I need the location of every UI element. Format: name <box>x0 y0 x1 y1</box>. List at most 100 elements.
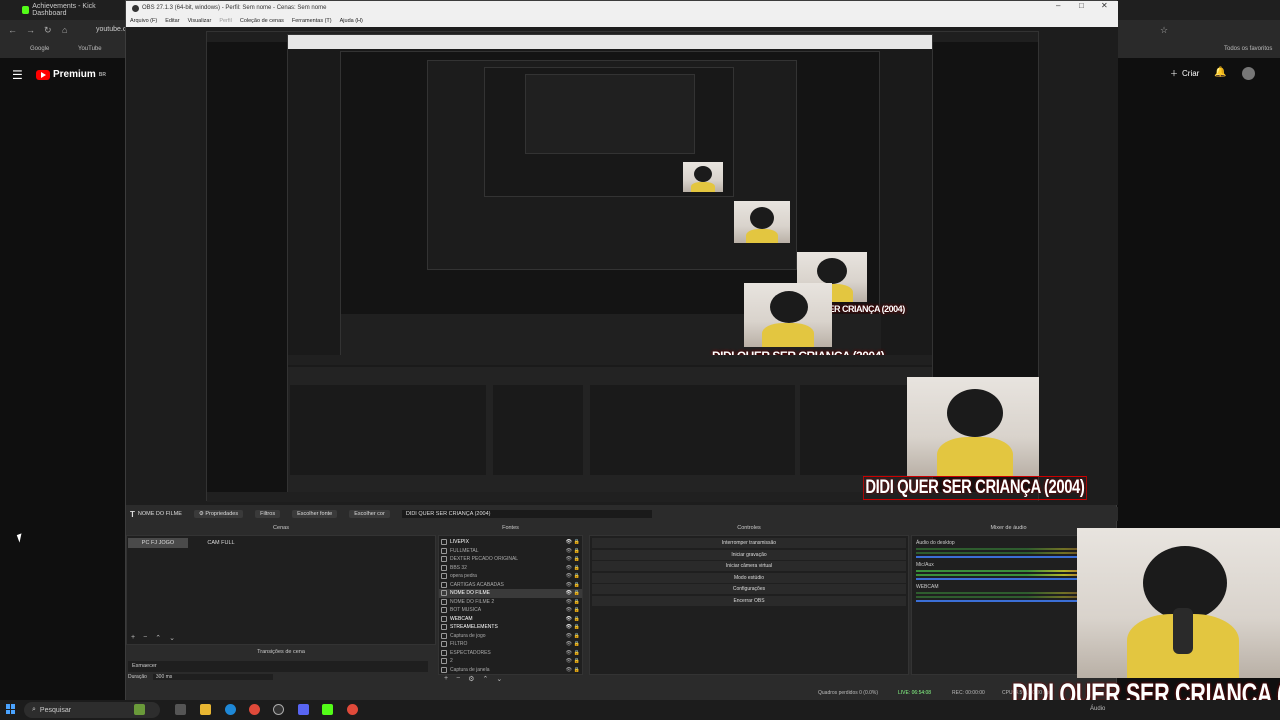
visibility-eye-icon[interactable]: 👁 <box>566 658 572 664</box>
remove-source-icon[interactable]: − <box>456 675 460 683</box>
scene-item-cam-full[interactable]: CAM FULL <box>191 538 251 548</box>
chrome-icon[interactable] <box>249 704 260 715</box>
source-item[interactable]: LIVEPIX 👁 🔒 <box>439 538 582 547</box>
menu-ferramentas[interactable]: Ferramentas (T) <box>292 18 332 24</box>
control-button[interactable]: Configurações <box>592 584 906 594</box>
source-item[interactable]: FILTRO 👁 🔒 <box>439 640 582 649</box>
chrome-icon-2[interactable] <box>347 704 358 715</box>
choose-font-button[interactable]: Escolher fonte <box>292 510 338 518</box>
lock-icon[interactable]: 🔒 <box>574 565 580 571</box>
source-down-icon[interactable]: ⌄ <box>496 675 502 683</box>
volume-slider[interactable] <box>916 556 1101 558</box>
lock-icon[interactable]: 🔒 <box>574 548 580 554</box>
maximize-icon[interactable]: □ <box>1079 1 1084 10</box>
visibility-eye-icon[interactable]: 👁 <box>566 573 572 579</box>
visibility-eye-icon[interactable]: 👁 <box>566 582 572 588</box>
discord-icon[interactable] <box>298 704 309 715</box>
visibility-eye-icon[interactable]: 👁 <box>566 624 572 630</box>
source-item[interactable]: Captura de jogo 👁 🔒 <box>439 632 582 641</box>
add-scene-icon[interactable]: + <box>131 634 135 642</box>
menu-editar[interactable]: Editar <box>165 18 179 24</box>
minimize-icon[interactable]: – <box>1056 1 1060 10</box>
notifications-bell-icon[interactable]: 🔔 <box>1214 67 1226 78</box>
source-item[interactable]: opera pedra 👁 🔒 <box>439 572 582 581</box>
visibility-eye-icon[interactable]: 👁 <box>566 633 572 639</box>
menu-perfil[interactable]: Perfil <box>219 18 232 24</box>
obs-taskbar-icon[interactable] <box>273 704 284 715</box>
lock-icon[interactable]: 🔒 <box>574 667 580 673</box>
control-button[interactable]: Iniciar câmera virtual <box>592 561 906 571</box>
control-button[interactable]: Iniciar gravação <box>592 549 906 560</box>
browser-tab[interactable]: Achievements - Kick Dashboard <box>22 2 122 18</box>
task-view-icon[interactable] <box>175 704 186 715</box>
move-up-icon[interactable]: ⌃ <box>155 634 161 642</box>
edge-icon[interactable] <box>225 704 236 715</box>
lock-icon[interactable]: 🔒 <box>574 590 580 596</box>
source-item[interactable]: 2 👁 🔒 <box>439 657 582 666</box>
source-item[interactable]: Captura de janela 👁 🔒 <box>439 666 582 675</box>
forward-icon[interactable]: → <box>26 25 35 35</box>
source-item[interactable]: WEBCAM 👁 🔒 <box>439 615 582 624</box>
lock-icon[interactable]: 🔒 <box>574 573 580 579</box>
lock-icon[interactable]: 🔒 <box>574 616 580 622</box>
duration-input[interactable]: 300 ms <box>152 674 273 680</box>
back-icon[interactable]: ← <box>8 25 17 35</box>
lock-icon[interactable]: 🔒 <box>574 641 580 647</box>
properties-button[interactable]: ⚙ Propriedades <box>193 510 244 518</box>
lock-icon[interactable]: 🔒 <box>574 633 580 639</box>
text-value-field[interactable]: DIDI QUER SER CRIANÇA (2004) <box>401 510 652 518</box>
move-down-icon[interactable]: ⌄ <box>169 634 175 642</box>
reload-icon[interactable]: ↻ <box>44 25 52 36</box>
visibility-eye-icon[interactable]: 👁 <box>566 556 572 562</box>
source-item[interactable]: CARTIGAS ACABADAS 👁 🔒 <box>439 581 582 590</box>
lock-icon[interactable]: 🔒 <box>574 539 580 545</box>
youtube-premium-logo[interactable]: Premium BR <box>36 69 106 80</box>
visibility-eye-icon[interactable]: 👁 <box>566 641 572 647</box>
control-button[interactable]: Encerrar OBS <box>592 595 906 606</box>
kick-icon[interactable] <box>322 704 333 715</box>
bookmark-star-icon[interactable]: ☆ <box>1160 25 1168 36</box>
source-item[interactable]: DEXTER PECADO ORIGINAL 👁 🔒 <box>439 555 582 564</box>
volume-slider[interactable] <box>916 578 1101 580</box>
file-explorer-icon[interactable] <box>200 704 211 715</box>
source-item[interactable]: NOME DO FILME 👁 🔒 <box>439 589 582 598</box>
lock-icon[interactable]: 🔒 <box>574 582 580 588</box>
scene-item-pc-fj-jogo[interactable]: PC FJ JOGO <box>128 538 188 548</box>
menu-hamburger-icon[interactable]: ☰ <box>12 68 23 82</box>
source-item[interactable]: NOME DO FILME 2 👁 🔒 <box>439 598 582 607</box>
bookmark-google[interactable]: Google <box>30 46 49 52</box>
control-button[interactable]: Interromper transmissão <box>592 538 906 548</box>
choose-color-button[interactable]: Escolher cor <box>349 510 390 518</box>
menu-colecao-cenas[interactable]: Coleção de cenas <box>240 18 284 24</box>
filters-button[interactable]: Filtros <box>255 510 281 518</box>
close-icon[interactable]: ✕ <box>1101 1 1108 10</box>
source-item[interactable]: STREAMELEMENTS 👁 🔒 <box>439 623 582 632</box>
menu-arquivo[interactable]: Arquivo (F) <box>130 18 157 24</box>
lock-icon[interactable]: 🔒 <box>574 607 580 613</box>
source-item[interactable]: FULLMETAL 👁 🔒 <box>439 547 582 556</box>
obs-preview-canvas[interactable]: DIDI QUER SER CRIANÇA (2004) DIDI QUER S… <box>126 27 1118 505</box>
source-item[interactable]: ESPECTADORES 👁 🔒 <box>439 649 582 658</box>
menu-visualizar[interactable]: Visualizar <box>188 18 212 24</box>
visibility-eye-icon[interactable]: 👁 <box>566 565 572 571</box>
lock-icon[interactable]: 🔒 <box>574 650 580 656</box>
visibility-eye-icon[interactable]: 👁 <box>566 650 572 656</box>
home-icon[interactable]: ⌂ <box>62 25 67 35</box>
bookmark-youtube[interactable]: YouTube <box>78 46 102 52</box>
avatar[interactable] <box>1242 67 1255 80</box>
menu-ajuda[interactable]: Ajuda (H) <box>340 18 363 24</box>
browser-url[interactable]: youtube.c <box>96 26 126 33</box>
source-item[interactable]: BOT MUSICA 👁 🔒 <box>439 606 582 615</box>
visibility-eye-icon[interactable]: 👁 <box>566 607 572 613</box>
control-button[interactable]: Modo estúdio <box>592 572 906 583</box>
lock-icon[interactable]: 🔒 <box>574 658 580 664</box>
source-settings-icon[interactable]: ⚙ <box>468 675 474 683</box>
visibility-eye-icon[interactable]: 👁 <box>566 667 572 673</box>
tray-audio-label[interactable]: Áudio <box>1090 706 1105 712</box>
source-item[interactable]: BBS 32 👁 🔒 <box>439 564 582 573</box>
create-button[interactable]: ＋ Criar <box>1170 68 1199 79</box>
visibility-eye-icon[interactable]: 👁 <box>566 590 572 596</box>
remove-scene-icon[interactable]: − <box>143 634 147 642</box>
all-favorites-link[interactable]: Todos os favoritos <box>1224 46 1272 52</box>
visibility-eye-icon[interactable]: 👁 <box>566 599 572 605</box>
